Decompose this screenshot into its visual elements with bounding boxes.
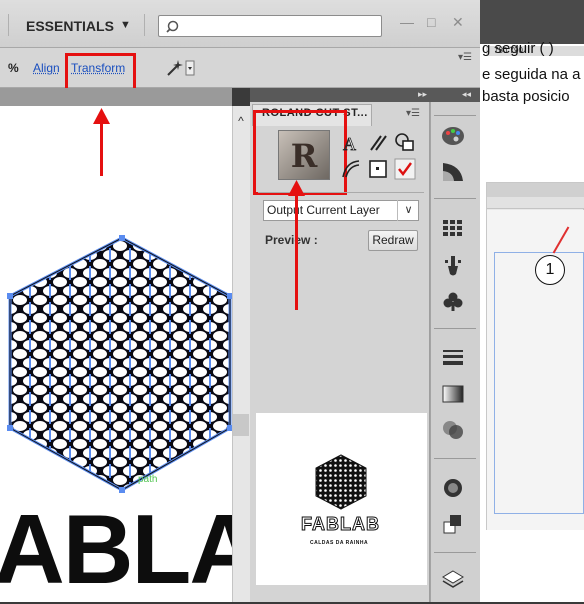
chevron-down-icon[interactable]: ∨ (397, 200, 419, 221)
shape-combine-icon[interactable] (394, 132, 416, 154)
control-bar-menu-icon[interactable]: ▾☰ (458, 52, 472, 63)
annotation-arrow-transform (100, 120, 103, 176)
layers-icon[interactable] (440, 568, 466, 592)
panel-divider (258, 192, 424, 193)
panel-grip (434, 115, 476, 116)
smart-guide-path-label: path (138, 474, 158, 485)
checkmark-icon[interactable] (394, 158, 416, 180)
gradient-icon[interactable] (440, 382, 466, 406)
panel-menu-icon[interactable]: ▾☰ (406, 108, 420, 119)
scroll-up-arrow-icon[interactable]: ^ (232, 114, 250, 128)
expand-panels-icon[interactable]: ▸▸ (418, 89, 427, 100)
align-link[interactable]: Align (33, 61, 60, 75)
close-button[interactable]: ✕ (452, 14, 464, 31)
isolate-tool-button[interactable] (162, 57, 196, 79)
annotation-arrowhead-icon (93, 108, 110, 124)
bounding-box-icon[interactable] (367, 158, 389, 180)
background-text-line2: e seguida na a (482, 66, 581, 83)
background-text-line1: g seguir ( ) (482, 40, 554, 57)
search-icon (166, 20, 179, 33)
opacity-percent-label: % (8, 61, 19, 75)
chevron-down-icon[interactable]: ▼ (120, 19, 131, 31)
background-screenshot-artboard (494, 252, 584, 514)
background-text-line3: basta posicio (482, 88, 570, 105)
background-screenshot-titlebar (487, 183, 584, 197)
magic-wand-icon (167, 60, 195, 76)
workspace-switcher[interactable]: ESSENTIALS (26, 18, 114, 34)
background-document-header (480, 0, 584, 44)
transparency-icon[interactable] (440, 418, 466, 442)
stroke-icon[interactable] (440, 346, 466, 370)
preview-hexagon-logo (315, 454, 367, 510)
preview-logo-subtitle: CALDAS DA RAINHA (310, 540, 369, 546)
minimize-button[interactable]: — (400, 14, 414, 30)
hexagon-lattice-artwork[interactable] (0, 228, 232, 498)
graphic-styles-icon[interactable] (440, 512, 466, 536)
annotation-arrow-roland (295, 192, 298, 310)
brushes-icon[interactable] (440, 254, 466, 278)
search-input[interactable] (158, 15, 382, 37)
maximize-button[interactable]: □ (427, 14, 435, 30)
canvas-vertical-scrollbar[interactable] (232, 106, 250, 602)
panel-grip (434, 458, 476, 459)
curve-path-icon[interactable] (340, 158, 362, 180)
panel-grip (434, 198, 476, 199)
document-tab-strip (0, 88, 232, 106)
panel-grip (434, 552, 476, 553)
background-screenshot-controlbar (487, 197, 584, 209)
redraw-button[interactable]: Redraw (368, 230, 418, 251)
color-palette-icon[interactable] (440, 124, 466, 148)
canvas-logo-text[interactable]: ABLA (0, 500, 260, 598)
svg-text:A: A (343, 134, 356, 154)
callout-number-badge: 1 (535, 255, 565, 285)
titlebar-separator (144, 14, 145, 36)
collapse-panels-icon[interactable]: ◂◂ (462, 89, 471, 100)
appearance-icon[interactable] (440, 476, 466, 500)
preview-logo-text: FABLAB (301, 514, 380, 535)
text-outline-icon[interactable]: A (340, 132, 362, 154)
swatches-icon[interactable] (440, 216, 466, 240)
panel-dock-header (250, 88, 480, 102)
annotation-box-transform (65, 53, 136, 91)
annotation-arrowhead-icon (288, 180, 305, 196)
preview-label: Preview : (265, 233, 318, 247)
symbols-club-icon[interactable] (440, 290, 466, 314)
scrollbar-thumb[interactable] (233, 414, 249, 436)
titlebar-separator (8, 14, 9, 36)
panel-grip (434, 328, 476, 329)
output-layer-select[interactable]: Output Current Layer (263, 200, 419, 221)
parallel-lines-icon[interactable] (367, 132, 389, 154)
color-guide-icon[interactable] (440, 160, 466, 184)
